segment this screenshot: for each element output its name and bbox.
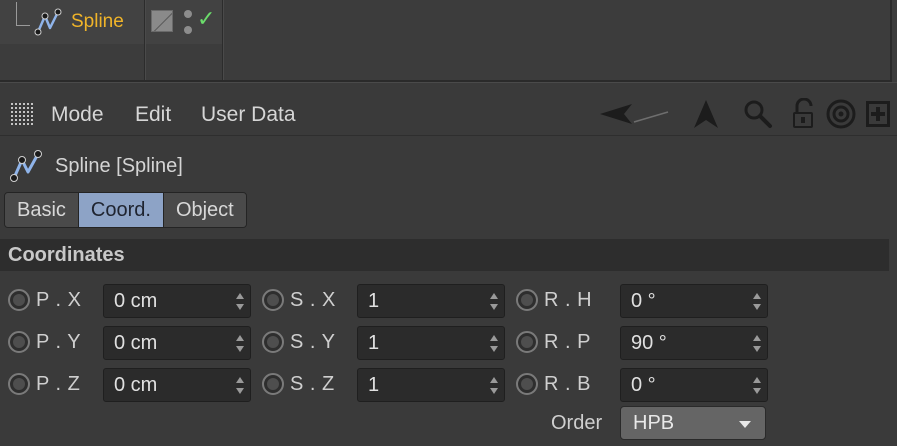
pos-y-field[interactable]: 0 cm [103, 326, 251, 360]
attribute-toolbar: Mode Edit User Data [0, 92, 897, 136]
spinner-icon[interactable] [236, 293, 244, 310]
menu-edit[interactable]: Edit [135, 103, 171, 127]
param-rot-p: R . P 90 ° [516, 324, 768, 360]
param-scale-y: S . Y 1 [262, 324, 506, 360]
param-pos-y: P . Y 0 cm [8, 324, 252, 360]
spinner-icon[interactable] [753, 335, 761, 352]
tab-coord[interactable]: Coord. [78, 193, 164, 227]
layer-icon[interactable] [151, 10, 173, 32]
keyframe-radio[interactable] [262, 289, 284, 311]
keyframe-radio[interactable] [262, 331, 284, 353]
param-label: S . Z [290, 373, 335, 395]
pos-x-field[interactable]: 0 cm [103, 284, 251, 318]
keyframe-radio[interactable] [516, 331, 538, 353]
om-border [890, 0, 892, 82]
menu-user-data[interactable]: User Data [201, 103, 296, 127]
param-rot-h: R . H 0 ° [516, 282, 768, 318]
scale-z-field[interactable]: 1 [357, 368, 505, 402]
section-header: Coordinates [0, 239, 889, 271]
object-tags-cell: ✓ [146, 0, 222, 44]
param-pos-x: P . X 0 cm [8, 282, 252, 318]
keyframe-radio[interactable] [8, 331, 30, 353]
spinner-icon[interactable] [236, 335, 244, 352]
rot-p-field[interactable]: 90 ° [620, 326, 768, 360]
scale-y-field[interactable]: 1 [357, 326, 505, 360]
param-label: P . X [36, 289, 82, 311]
field-value: 1 [368, 332, 380, 354]
field-value: 0 cm [114, 332, 158, 354]
search-icon[interactable] [742, 98, 774, 130]
field-value: 1 [368, 374, 380, 396]
object-name[interactable]: Spline [71, 11, 124, 33]
field-value: 0 cm [114, 374, 158, 396]
field-value: 0 cm [114, 290, 158, 312]
enabled-check-icon[interactable]: ✓ [197, 6, 215, 32]
field-value: 0 ° [631, 374, 656, 396]
panel-separator [0, 82, 897, 92]
back-arrow-icon[interactable] [598, 98, 672, 130]
lock-icon[interactable] [789, 98, 819, 130]
param-rot-b: R . B 0 ° [516, 366, 768, 402]
new-manager-icon[interactable] [863, 98, 893, 130]
tree-connector [16, 2, 30, 26]
rot-h-field[interactable]: 0 ° [620, 284, 768, 318]
visibility-dots-icon[interactable] [184, 10, 192, 36]
object-title: Spline [Spline] [55, 155, 183, 177]
up-arrow-icon[interactable] [688, 98, 724, 130]
order-value: HPB [633, 412, 675, 434]
spinner-icon[interactable] [490, 377, 498, 394]
target-icon[interactable] [825, 98, 857, 130]
keyframe-radio[interactable] [8, 289, 30, 311]
order-dropdown[interactable]: HPB [620, 406, 766, 440]
param-label: S . Y [290, 331, 336, 353]
keyframe-radio[interactable] [262, 373, 284, 395]
param-pos-z: P . Z 0 cm [8, 366, 252, 402]
field-value: 90 ° [631, 332, 667, 354]
param-label: P . Y [36, 331, 82, 353]
spinner-icon[interactable] [236, 377, 244, 394]
spline-icon [34, 8, 62, 36]
param-label: R . B [544, 373, 591, 395]
column-divider [223, 0, 224, 80]
tab-bar: Basic Coord. Object [4, 192, 247, 228]
chevron-down-icon [739, 421, 751, 428]
grip-icon[interactable] [10, 102, 34, 126]
spinner-icon[interactable] [490, 293, 498, 310]
param-scale-z: S . Z 1 [262, 366, 506, 402]
spinner-icon[interactable] [753, 293, 761, 310]
keyframe-radio[interactable] [516, 373, 538, 395]
pos-z-field[interactable]: 0 cm [103, 368, 251, 402]
param-label: S . X [290, 289, 336, 311]
object-manager: Spline ✓ [0, 0, 897, 92]
spline-icon [10, 150, 42, 182]
tab-object[interactable]: Object [163, 193, 246, 227]
param-label: R . H [544, 289, 593, 311]
param-scale-x: S . X 1 [262, 282, 506, 318]
section-title: Coordinates [8, 244, 125, 266]
spinner-icon[interactable] [490, 335, 498, 352]
rot-b-field[interactable]: 0 ° [620, 368, 768, 402]
tab-basic[interactable]: Basic [5, 193, 79, 227]
spinner-icon[interactable] [753, 377, 761, 394]
menu-mode[interactable]: Mode [51, 103, 104, 127]
param-label: R . P [544, 331, 591, 353]
field-value: 0 ° [631, 290, 656, 312]
param-label: P . Z [36, 373, 81, 395]
scale-x-field[interactable]: 1 [357, 284, 505, 318]
keyframe-radio[interactable] [8, 373, 30, 395]
keyframe-radio[interactable] [516, 289, 538, 311]
field-value: 1 [368, 290, 380, 312]
order-label: Order [551, 412, 603, 434]
